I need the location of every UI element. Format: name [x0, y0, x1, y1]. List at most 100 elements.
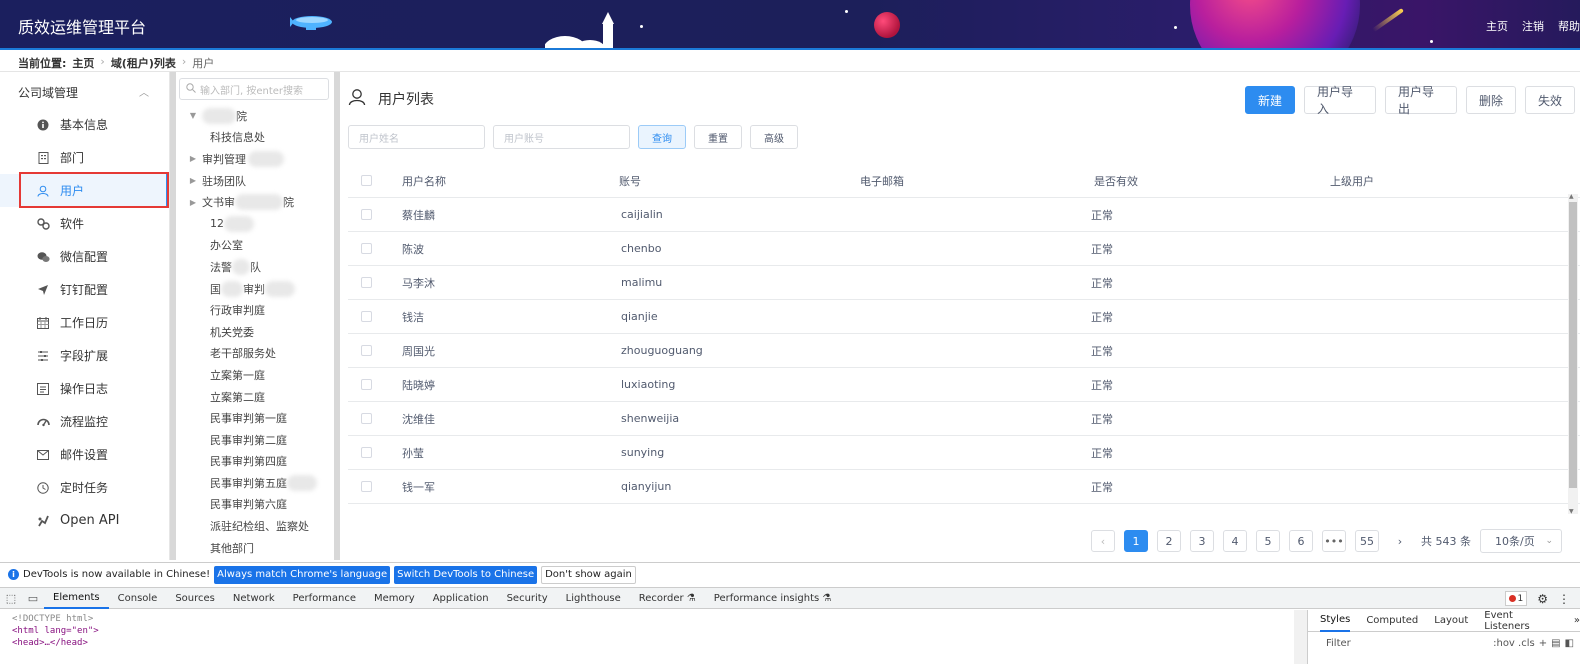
menu-item-scheduled-tasks[interactable]: 定时任务	[0, 471, 169, 504]
delete-button[interactable]: 删除	[1466, 86, 1516, 114]
page-size-select[interactable]: 10条/页 ⌄	[1480, 529, 1562, 553]
import-users-button[interactable]: 用户导入	[1304, 85, 1376, 116]
sidebar-toggle-icon[interactable]: ◧	[1565, 638, 1574, 649]
row-checkbox[interactable]	[360, 277, 372, 288]
devtools-tab-sources[interactable]: Sources	[166, 587, 224, 609]
tree-node[interactable]: ▶ 驻场团队	[176, 170, 334, 192]
scroll-up-icon[interactable]: ▲	[1569, 193, 1574, 200]
menu-item-calendar[interactable]: 工作日历	[0, 306, 169, 339]
devtools-tab-lighthouse[interactable]: Lighthouse	[557, 587, 630, 609]
table-row[interactable]: 孙莹 sunying 正常	[348, 436, 1580, 470]
device-toolbar-icon[interactable]: ▭	[22, 592, 44, 605]
dont-show-again-button[interactable]: Don't show again	[541, 565, 636, 584]
devtools-tab-console[interactable]: Console	[109, 587, 167, 609]
tree-node[interactable]: 其他部门	[176, 537, 334, 559]
devtools-tab-memory[interactable]: Memory	[365, 587, 424, 609]
menu-item-software[interactable]: 软件	[0, 207, 169, 240]
menu-item-dingtalk[interactable]: 钉钉配置	[0, 273, 169, 306]
user-name-input[interactable]: 用户姓名	[348, 125, 485, 149]
tree-node[interactable]: 行政审判庭	[176, 299, 334, 321]
table-row[interactable]: 陈波 chenbo 正常	[348, 232, 1580, 266]
table-row[interactable]: 周国光 zhouguoguang 正常	[348, 334, 1580, 368]
inspect-element-icon[interactable]: ⬚	[0, 592, 22, 605]
tree-node[interactable]: ▶ 审判管理	[176, 148, 334, 170]
devtools-tab-security[interactable]: Security	[498, 587, 557, 609]
page-button[interactable]: 2	[1157, 530, 1181, 552]
menu-item-field-extension[interactable]: 字段扩展	[0, 339, 169, 372]
styles-tab-computed[interactable]: Computed	[1366, 615, 1418, 626]
tree-node[interactable]: 机关党委	[176, 321, 334, 343]
menu-item-open-api[interactable]: Open API	[0, 504, 169, 537]
code-line[interactable]: <!DOCTYPE html>	[12, 613, 99, 625]
nav-logout-link[interactable]: 注销	[1522, 18, 1544, 34]
menu-item-operation-log[interactable]: 操作日志	[0, 372, 169, 405]
tree-node[interactable]: 国 审判	[176, 278, 334, 300]
tree-node[interactable]: 立案第一庭	[176, 364, 334, 386]
breadcrumb-home-link[interactable]: 主页	[72, 55, 94, 70]
breadcrumb-tenant-link[interactable]: 域(租户)列表	[111, 55, 176, 70]
table-row[interactable]: 钱洁 qianjie 正常	[348, 300, 1580, 334]
devtools-tab-application[interactable]: Application	[424, 587, 498, 609]
export-users-button[interactable]: 用户导出	[1385, 85, 1457, 116]
styles-tab-event-listeners[interactable]: Event Listeners	[1484, 610, 1558, 632]
scrollbar-thumb[interactable]	[1569, 202, 1577, 488]
scroll-down-icon[interactable]: ▼	[1569, 508, 1574, 515]
query-button[interactable]: 查询	[638, 125, 686, 149]
devtools-tab-performance-insights[interactable]: Performance insights ⚗	[705, 587, 841, 609]
more-tabs-icon[interactable]: »	[1574, 615, 1580, 626]
row-checkbox[interactable]	[360, 447, 372, 458]
devtools-tab-network[interactable]: Network	[224, 587, 284, 609]
styles-tab-layout[interactable]: Layout	[1434, 615, 1468, 626]
page-button[interactable]: 1	[1124, 530, 1148, 552]
tree-node[interactable]: 立案第二庭	[176, 386, 334, 408]
devtools-tab-recorder[interactable]: Recorder ⚗	[630, 587, 705, 609]
page-button[interactable]: 6	[1289, 530, 1313, 552]
tree-node[interactable]: 派驻纪检组、监察处	[176, 515, 334, 537]
deactivate-button[interactable]: 失效	[1525, 86, 1575, 114]
new-button[interactable]: 新建	[1245, 86, 1295, 114]
tree-node[interactable]: 老干部服务处	[176, 343, 334, 365]
tree-node[interactable]: 办公室	[176, 235, 334, 257]
match-language-button[interactable]: Always match Chrome's language	[214, 565, 391, 584]
tree-node[interactable]: 民事审判第四庭	[176, 451, 334, 473]
nav-home-link[interactable]: 主页	[1486, 18, 1508, 34]
hov-cls-toggles[interactable]: :hov .cls	[1493, 638, 1535, 649]
error-count-badge[interactable]: 1	[1504, 591, 1528, 606]
table-row[interactable]: 蔡佳麟 caijialin 正常	[348, 198, 1580, 232]
code-line[interactable]: <html lang="en">	[12, 625, 99, 637]
row-checkbox[interactable]	[360, 209, 372, 220]
switch-chinese-button[interactable]: Switch DevTools to Chinese	[394, 565, 538, 584]
prev-page-button[interactable]: ‹	[1091, 530, 1115, 552]
menu-item-process-monitor[interactable]: 流程监控	[0, 405, 169, 438]
table-row[interactable]: 马李沐 malimu 正常	[348, 266, 1580, 300]
settings-gear-icon[interactable]: ⚙	[1537, 592, 1548, 606]
menu-item-basic-info[interactable]: 基本信息	[0, 108, 169, 141]
page-ellipsis-button[interactable]: •••	[1322, 530, 1346, 552]
row-checkbox[interactable]	[360, 243, 372, 254]
page-button[interactable]: 4	[1223, 530, 1247, 552]
devtools-tab-elements[interactable]: Elements	[44, 587, 109, 609]
next-page-button[interactable]: ›	[1388, 530, 1412, 552]
select-all-checkbox[interactable]	[360, 175, 372, 186]
menu-item-wechat[interactable]: 微信配置	[0, 240, 169, 273]
computed-toggle-icon[interactable]: ▤	[1551, 638, 1560, 649]
row-checkbox[interactable]	[360, 311, 372, 322]
table-row[interactable]: 陆晓婷 luxiaoting 正常	[348, 368, 1580, 402]
tree-node[interactable]: 12	[176, 213, 334, 235]
devtools-tab-performance[interactable]: Performance	[284, 587, 365, 609]
table-scrollbar[interactable]: ▲ ▼	[1568, 193, 1578, 515]
page-button[interactable]: 3	[1190, 530, 1214, 552]
tree-node[interactable]: 民事审判第二庭	[176, 429, 334, 451]
advanced-button[interactable]: 高级	[750, 125, 798, 149]
tree-node[interactable]: 民事审判第五庭	[176, 472, 334, 494]
table-row[interactable]: 钱一军 qianyijun 正常	[348, 470, 1580, 504]
table-row[interactable]: 沈维佳 shenweijia 正常	[348, 402, 1580, 436]
menu-item-department[interactable]: 部门	[0, 141, 169, 174]
add-rule-icon[interactable]: +	[1539, 638, 1547, 649]
row-checkbox[interactable]	[360, 413, 372, 424]
menu-item-mail-settings[interactable]: 邮件设置	[0, 438, 169, 471]
nav-help-link[interactable]: 帮助	[1558, 18, 1580, 34]
tree-node[interactable]: 民事审判第六庭	[176, 494, 334, 516]
row-checkbox[interactable]	[360, 481, 372, 492]
tree-node[interactable]: ▼ 院	[176, 105, 334, 127]
